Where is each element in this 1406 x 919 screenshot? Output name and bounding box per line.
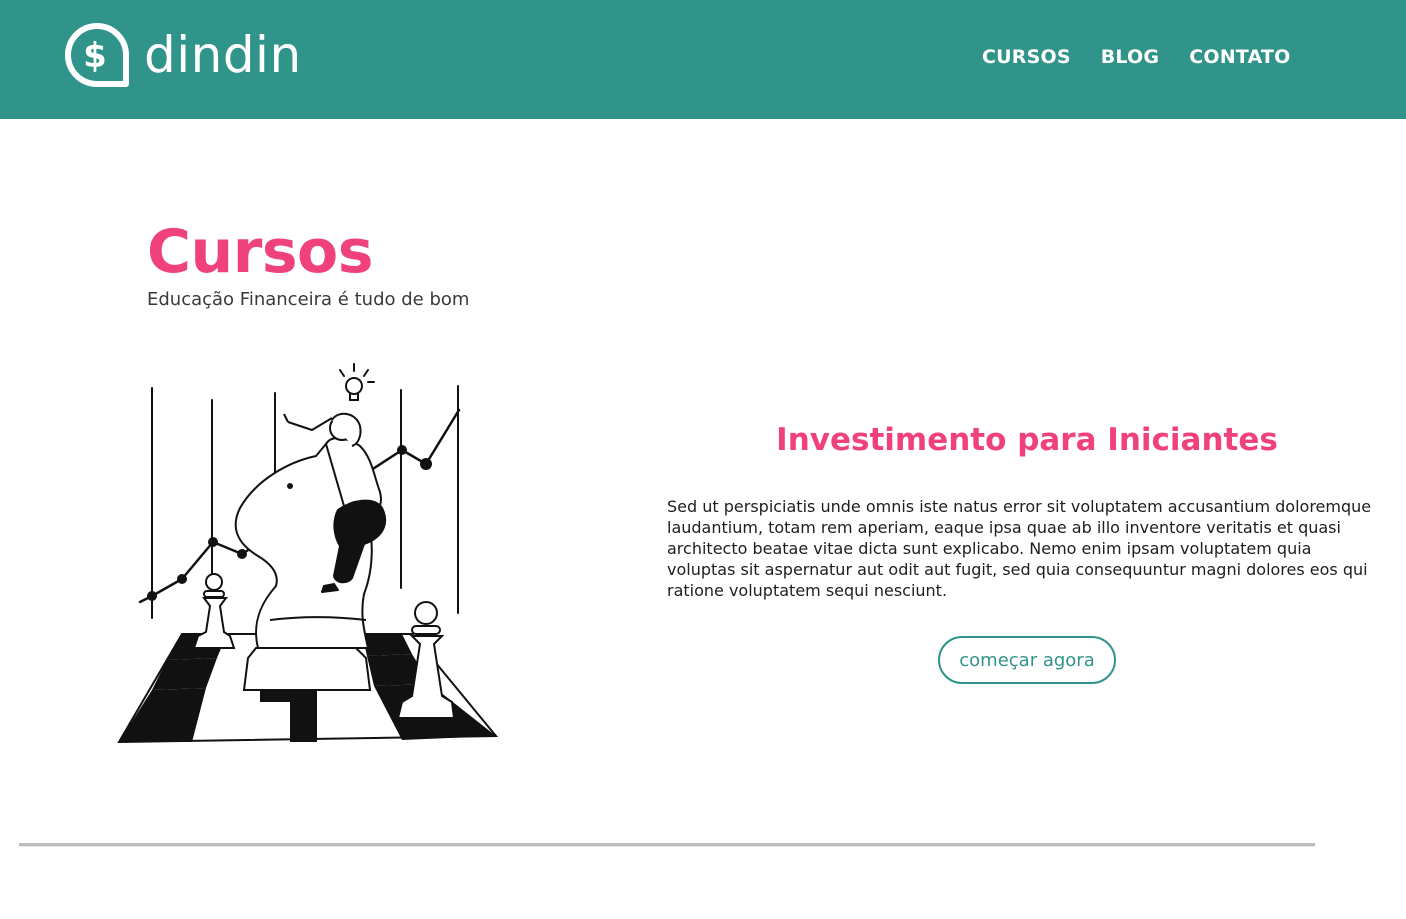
dollar-chat-bubble-icon: $	[65, 23, 129, 87]
svg-text:$: $	[83, 36, 107, 76]
brand-logo[interactable]: $ dindin	[64, 20, 302, 90]
page-subtitle: Educação Financeira é tudo de bom	[147, 289, 470, 310]
course-title: Investimento para Iniciantes	[776, 422, 1278, 458]
nav-item-cursos[interactable]: CURSOS	[982, 46, 1071, 68]
site-header: $ dindin CURSOS BLOG CONTATO	[0, 0, 1406, 119]
start-now-button[interactable]: começar agora	[938, 636, 1116, 684]
page-title: Cursos	[147, 217, 373, 287]
section-divider	[19, 843, 1315, 847]
course-description: Sed ut perspiciatis unde omnis iste natu…	[667, 497, 1372, 600]
main-nav: CURSOS BLOG CONTATO	[982, 46, 1320, 68]
chess-knight-illustration	[117, 363, 499, 744]
brand-name: dindin	[144, 26, 302, 84]
nav-item-contato[interactable]: CONTATO	[1189, 46, 1290, 68]
nav-item-blog[interactable]: BLOG	[1101, 46, 1159, 68]
